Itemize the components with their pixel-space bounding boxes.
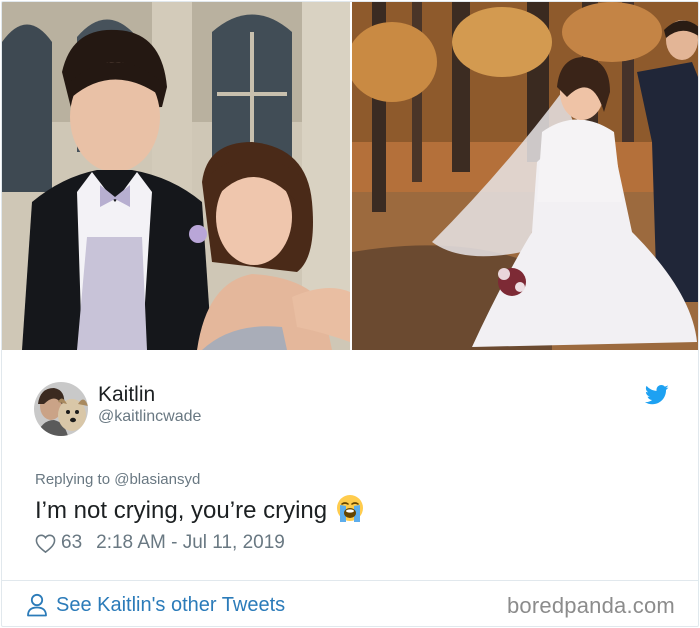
wedding-photo[interactable] [352,2,698,350]
tweet-timestamp[interactable]: 2:18 AM - Jul 11, 2019 [96,532,285,554]
replying-to-line[interactable]: Replying to @blasiansyd [35,471,200,488]
loudly-crying-face-icon [335,493,365,523]
heart-outline-icon[interactable] [35,534,56,553]
tweet-meta: 63 2:18 AM - Jul 11, 2019 [35,531,285,555]
prom-photo[interactable] [2,2,350,350]
tweet-text: I’m not crying, you’re crying [35,493,365,525]
twitter-bird-icon[interactable] [645,384,669,406]
tweet-text-content: I’m not crying, you’re crying [35,497,328,524]
footer-divider [2,580,698,581]
author-name[interactable]: Kaitlin [98,383,155,407]
author-avatar[interactable] [34,382,88,436]
see-other-tweets-link[interactable]: See Kaitlin's other Tweets [26,592,285,618]
author-handle[interactable]: @kaitlincwade [98,408,201,426]
tweet-photos [2,2,698,350]
tweet-card: Kaitlin @kaitlincwade Replying to @blasi… [1,1,699,627]
source-watermark: boredpanda.com [507,593,675,618]
like-count[interactable]: 63 [61,532,82,554]
see-other-tweets-label: See Kaitlin's other Tweets [56,593,286,616]
person-outline-icon [26,593,48,617]
